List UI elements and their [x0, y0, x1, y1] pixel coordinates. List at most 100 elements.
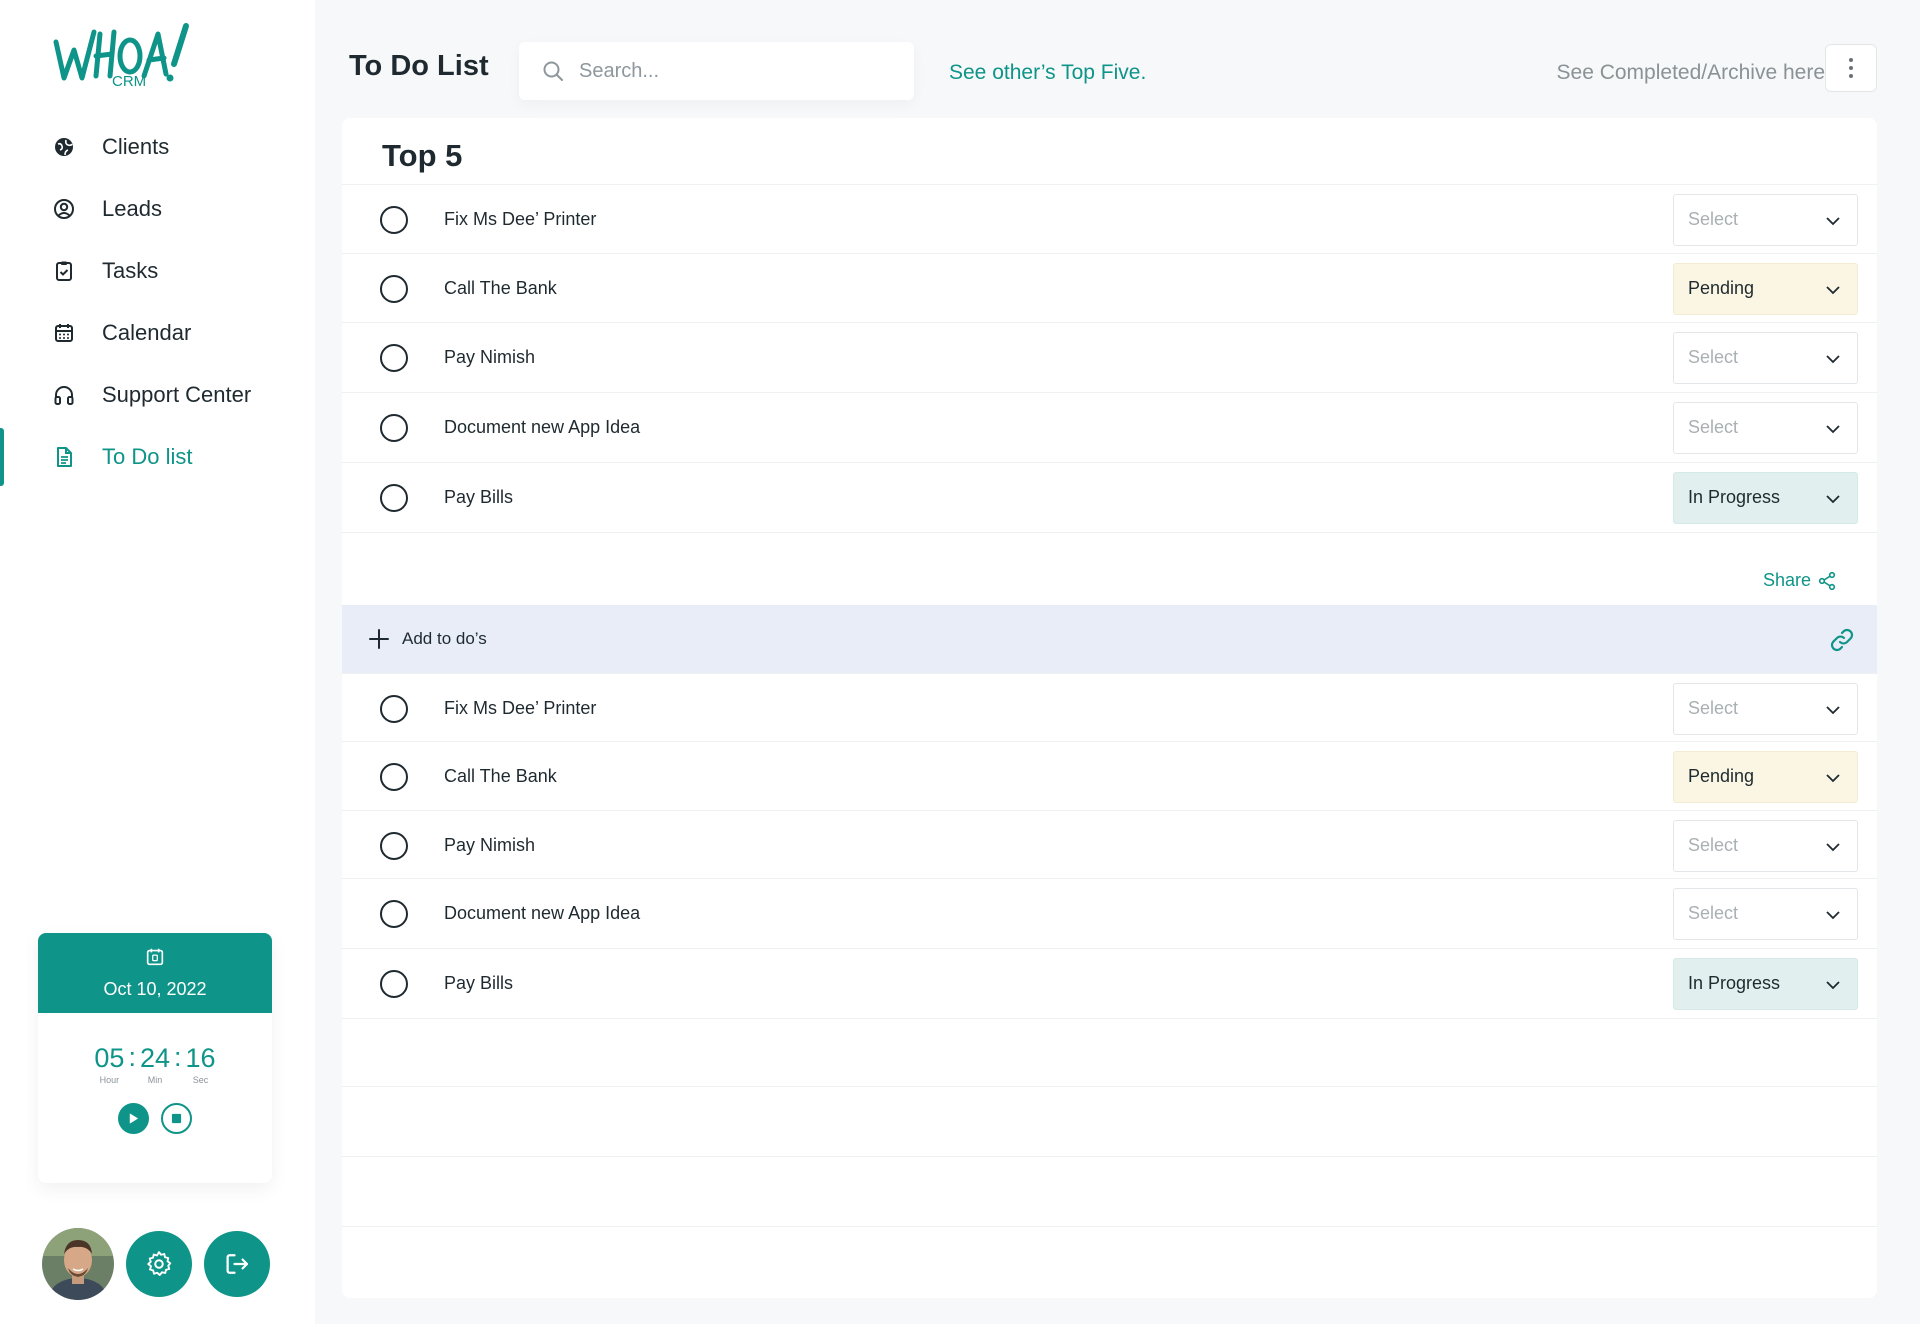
status-select-value: In Progress	[1688, 973, 1781, 993]
task-title: Pay Nimish	[444, 835, 536, 855]
todo-row: Fix Ms Dee’ Printer Select	[342, 673, 1877, 743]
timer-seconds-label: Sec	[192, 1075, 209, 1085]
chevron-down-icon	[1826, 773, 1840, 782]
timer-hours: 05	[94, 1043, 125, 1073]
app-logo[interactable]: CRM	[52, 20, 192, 90]
timer-play-button[interactable]	[118, 1103, 149, 1134]
todo-row: Pay Nimish Select	[342, 810, 1877, 880]
sidebar-nav: Clients Leads Tasks Calendar Support Cen…	[0, 116, 315, 488]
complete-checkbox[interactable]	[380, 413, 408, 442]
task-title: Call The Bank	[444, 766, 557, 786]
time-tracker-card: Oct 10, 2022 05 Hour : 24 Min : 16 Sec	[38, 933, 272, 1183]
status-select-value: Select	[1688, 835, 1739, 855]
complete-checkbox[interactable]	[380, 483, 408, 512]
globe-icon	[52, 135, 76, 159]
complete-checkbox[interactable]	[380, 762, 408, 791]
add-todo-bar[interactable]: Add to do’s	[342, 605, 1877, 673]
more-options-button[interactable]	[1825, 44, 1877, 92]
vertical-dots-icon	[1849, 58, 1853, 78]
complete-checkbox[interactable]	[380, 831, 408, 860]
complete-checkbox[interactable]	[380, 343, 408, 372]
status-select[interactable]: Pending	[1673, 262, 1858, 315]
todo-row: Document new App Idea Select	[342, 878, 1877, 948]
complete-checkbox[interactable]	[380, 899, 408, 928]
status-select[interactable]: Pending	[1673, 750, 1858, 803]
todo-panel: Top 5 Fix Ms Dee’ Printer Select Call Th…	[342, 118, 1877, 1298]
status-select[interactable]: Select	[1673, 331, 1858, 384]
complete-checkbox[interactable]	[380, 274, 408, 303]
plus-icon	[369, 629, 389, 649]
todo-row: Pay Bills In Progress	[342, 462, 1877, 532]
chevron-down-icon	[1826, 980, 1840, 989]
document-icon	[52, 445, 76, 469]
todo-row: Call The Bank Pending	[342, 253, 1877, 323]
status-select-value: Select	[1688, 698, 1739, 718]
share-label: Share	[1763, 570, 1812, 590]
sidebar-item-label: Leads	[102, 196, 162, 221]
timer-colon: :	[128, 1042, 136, 1072]
sidebar-item-to-do-list[interactable]: To Do list	[0, 426, 315, 488]
status-select[interactable]: In Progress	[1673, 471, 1858, 524]
sidebar-item-tasks[interactable]: Tasks	[0, 240, 315, 302]
timer-body: 05 Hour : 24 Min : 16 Sec	[38, 1013, 272, 1134]
sidebar-item-label: Clients	[102, 134, 170, 159]
todo-row: Fix Ms Dee’ Printer Select	[342, 184, 1877, 254]
gear-icon	[147, 1251, 172, 1276]
status-select[interactable]: Select	[1673, 819, 1858, 872]
sidebar-item-clients[interactable]: Clients	[0, 116, 315, 178]
complete-checkbox[interactable]	[380, 205, 408, 234]
chevron-down-icon	[1826, 285, 1840, 294]
share-icon	[1818, 571, 1836, 590]
top5-title: Top 5	[382, 138, 463, 173]
sidebar: CRM Clients Leads Tasks Calendar Support…	[0, 0, 315, 1324]
status-select[interactable]: Select	[1673, 401, 1858, 454]
see-others-top-five-link[interactable]: See other’s Top Five.	[949, 61, 1146, 85]
headphones-icon	[52, 383, 76, 407]
task-title: Pay Bills	[444, 973, 514, 993]
see-completed-archive-link[interactable]: See Completed/Archive here	[1557, 61, 1825, 85]
calendar-icon	[144, 946, 166, 973]
chevron-down-icon	[1826, 910, 1840, 919]
settings-button[interactable]	[126, 1231, 192, 1297]
search-box[interactable]	[519, 42, 914, 100]
add-todo-label: Add to do’s	[402, 629, 487, 648]
status-select[interactable]: Select	[1673, 682, 1858, 735]
status-select-value: In Progress	[1688, 487, 1781, 507]
logout-button[interactable]	[204, 1231, 270, 1297]
sidebar-item-label: To Do list	[102, 444, 193, 469]
sidebar-item-leads[interactable]: Leads	[0, 178, 315, 240]
status-select[interactable]: Select	[1673, 193, 1858, 246]
status-select[interactable]: In Progress	[1673, 957, 1858, 1010]
row-divider	[342, 1226, 1877, 1227]
timer-minutes: 24	[139, 1043, 171, 1073]
timer-colon: :	[174, 1042, 182, 1072]
logout-icon	[226, 1254, 249, 1274]
timer-date: Oct 10, 2022	[103, 979, 207, 999]
complete-checkbox[interactable]	[380, 969, 408, 998]
complete-checkbox[interactable]	[380, 694, 408, 723]
play-icon	[129, 1113, 139, 1124]
task-title: Pay Nimish	[444, 347, 536, 367]
chevron-down-icon	[1826, 842, 1840, 851]
row-divider	[342, 1018, 1877, 1019]
status-select[interactable]: Select	[1673, 887, 1858, 940]
timer-stop-button[interactable]	[161, 1103, 192, 1134]
status-select-value: Select	[1688, 209, 1739, 229]
search-input[interactable]	[579, 59, 879, 83]
sidebar-item-calendar[interactable]: Calendar	[0, 302, 315, 364]
avatar[interactable]	[42, 1228, 114, 1300]
sidebar-item-support-center[interactable]: Support Center	[0, 364, 315, 426]
todo-row: Call The Bank Pending	[342, 741, 1877, 811]
timer-header: Oct 10, 2022	[38, 933, 272, 1013]
status-select-value: Select	[1688, 903, 1739, 923]
link-icon[interactable]	[1827, 625, 1857, 655]
share-button[interactable]: Share	[1763, 570, 1837, 591]
status-select-value: Pending	[1688, 278, 1755, 298]
page-title: To Do List	[349, 50, 489, 82]
sidebar-footer	[42, 1228, 270, 1300]
chevron-down-icon	[1826, 216, 1840, 225]
task-title: Call The Bank	[444, 278, 557, 298]
task-title: Fix Ms Dee’ Printer	[444, 209, 597, 229]
todo-row: Document new App Idea Select	[342, 392, 1877, 462]
chevron-down-icon	[1826, 354, 1840, 363]
